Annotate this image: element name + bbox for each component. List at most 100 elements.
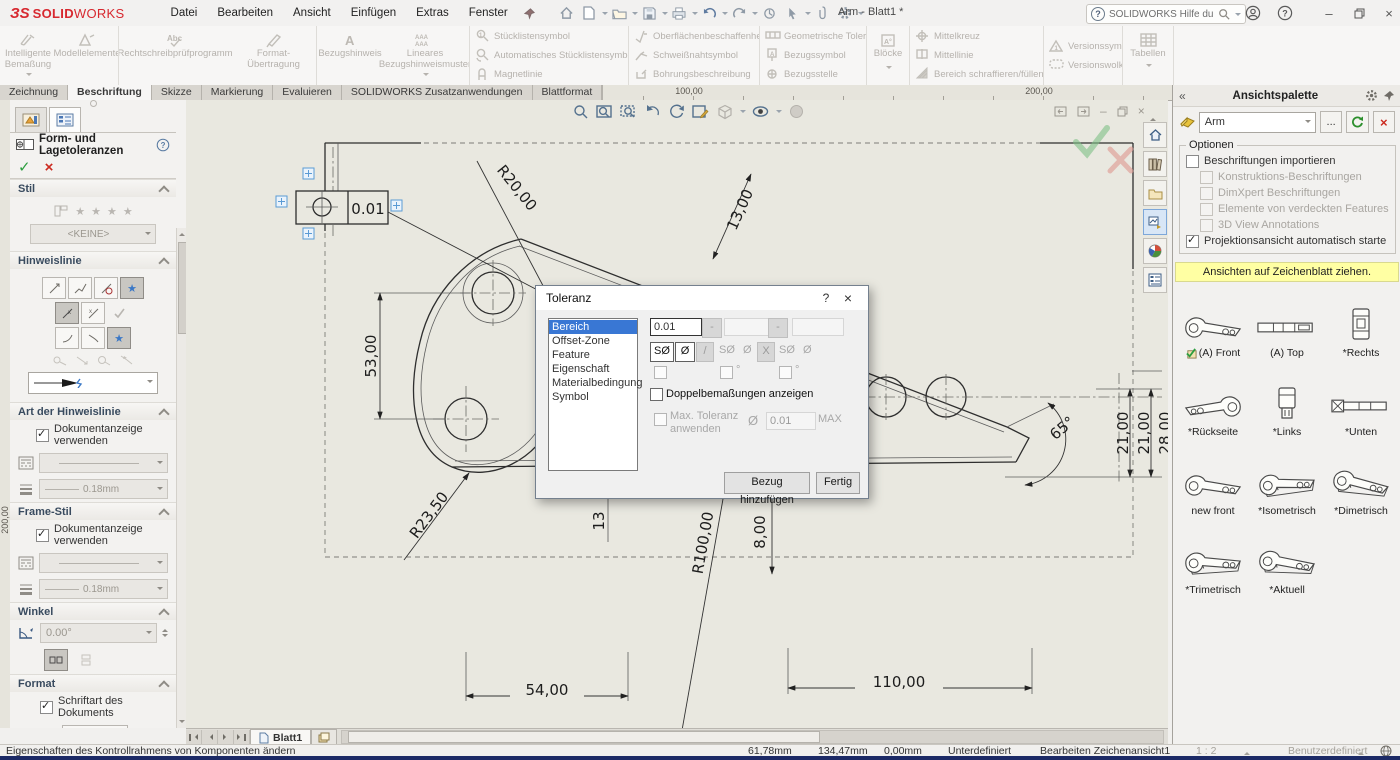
doc-minimize-icon[interactable]: – xyxy=(1100,104,1107,118)
add-sheet-tab[interactable] xyxy=(311,729,337,745)
ribbon-rechtschreibpruefung[interactable]: Abc Rechtschreibprüfprogramm xyxy=(119,26,231,85)
menu-einfuegen[interactable]: Einfügen xyxy=(341,7,406,19)
style-delete-icon[interactable]: ★ xyxy=(91,205,101,218)
dimension-21b[interactable]: 21,00 xyxy=(1135,389,1153,477)
menu-extras[interactable]: Extras xyxy=(406,7,459,19)
ribbon-mittelkreuz[interactable]: Mittelkreuz xyxy=(910,27,1043,46)
redo-icon[interactable] xyxy=(728,3,751,23)
stil-collapse-icon[interactable] xyxy=(158,185,169,196)
section-hinweislinie[interactable]: Hinweislinie xyxy=(10,251,176,269)
dialog-help-icon[interactable]: ? xyxy=(814,291,838,305)
previous-view-icon[interactable] xyxy=(643,103,662,120)
list-item-feature[interactable]: Feature xyxy=(549,348,637,362)
dimension-13[interactable]: 13,00 xyxy=(713,174,757,259)
view-links[interactable]: *Links xyxy=(1250,373,1324,438)
ribbon-bereich-schraffieren[interactable]: Bereich schraffieren/füllen xyxy=(910,65,1043,84)
import-annotations-checkbox[interactable] xyxy=(1186,155,1199,168)
panel-help-icon[interactable]: ? xyxy=(156,138,170,152)
style-attach-icon[interactable] xyxy=(53,203,69,219)
hinweislinie-collapse-icon[interactable] xyxy=(158,257,169,268)
angle-down-icon[interactable] xyxy=(162,634,168,640)
search-box[interactable]: ? SOLIDWORKS Hilfe durchsuchen xyxy=(1086,4,1246,24)
section-format[interactable]: Format xyxy=(10,674,176,692)
panel-scroll-down-icon[interactable] xyxy=(178,718,185,728)
search-icon[interactable] xyxy=(1218,8,1230,20)
tab-ze ichnung[interactable]: Zeichnung xyxy=(0,85,68,100)
frame-dokumentanzeige[interactable]: Dokumentanzeige verwenden xyxy=(10,520,176,550)
leader-straight-icon[interactable] xyxy=(42,277,66,299)
auto-projection-option[interactable]: Projektionsansicht automatisch starte xyxy=(1186,233,1389,249)
schriftart-button[interactable]: Schriftart... xyxy=(62,725,128,728)
list-item-offset-zone[interactable]: Offset-Zone xyxy=(549,334,637,348)
confirm-cancel-icon[interactable] xyxy=(1110,149,1131,171)
section-frame-stil[interactable]: Frame-Stil xyxy=(10,502,176,520)
angle-input[interactable]: 0.00° xyxy=(40,623,157,643)
ribbon-bloecke[interactable]: A° Blöcke xyxy=(867,26,909,85)
user-account-icon[interactable] xyxy=(1240,3,1266,23)
doc-restore-icon[interactable] xyxy=(1117,106,1128,117)
frame-dokumentanzeige-checkbox[interactable] xyxy=(36,529,49,542)
leader-curve-right-icon[interactable] xyxy=(81,327,105,349)
resources-icon[interactable] xyxy=(1143,151,1167,177)
pin-menu-icon[interactable] xyxy=(518,3,541,23)
design-library-icon[interactable] xyxy=(1143,180,1167,206)
cancel-button[interactable]: × xyxy=(45,159,54,176)
clear-palette-button[interactable]: × xyxy=(1373,111,1395,133)
view-front[interactable]: (A) Front xyxy=(1176,294,1250,359)
view-trimetrisch[interactable]: *Trimetrisch xyxy=(1176,531,1250,596)
tab-evaluieren[interactable]: Evaluieren xyxy=(273,85,342,100)
schriftart-checkbox[interactable] xyxy=(40,701,53,714)
minimize-button[interactable]: – xyxy=(1316,3,1342,23)
auto-projection-checkbox[interactable] xyxy=(1186,235,1199,248)
art-dokumentanzeige-checkbox[interactable] xyxy=(36,429,49,442)
arrow-style-select[interactable] xyxy=(28,372,158,394)
view-orientation-caret[interactable] xyxy=(740,110,746,116)
print-icon[interactable] xyxy=(668,3,691,23)
view-rechts[interactable]: *Rechts xyxy=(1324,294,1398,359)
attachment-icon[interactable] xyxy=(811,3,834,23)
confirm-check-icon[interactable] xyxy=(1076,128,1107,154)
doc-close-icon[interactable]: × xyxy=(1138,104,1145,118)
palette-settings-icon[interactable] xyxy=(1365,89,1378,102)
ribbon-versionswolke[interactable]: Versionswolke xyxy=(1044,56,1122,75)
view-aktuell[interactable]: *Aktuell xyxy=(1250,531,1324,596)
view-dimetrisch[interactable]: *Dimetrisch xyxy=(1324,452,1398,517)
panel-scroll-up-icon[interactable] xyxy=(178,228,185,238)
display-style-icon[interactable] xyxy=(751,103,770,120)
leader-curve-left-icon[interactable] xyxy=(55,327,79,349)
tab-beschriftung[interactable]: Beschriftung xyxy=(68,85,152,100)
next-sheet-icon[interactable] xyxy=(218,730,234,744)
menu-fenster[interactable]: Fenster xyxy=(459,7,518,19)
ribbon-oberflaechenbeschaffenheit[interactable]: Oberflächenbeschaffenheit xyxy=(629,27,759,46)
sheet-tab-blatt1[interactable]: Blatt1 xyxy=(250,729,311,745)
tabellen-caret[interactable] xyxy=(1146,64,1152,70)
refresh-button[interactable] xyxy=(1346,111,1368,133)
tolerance-value-input[interactable]: 0.01 xyxy=(650,318,702,336)
ribbon-modellelemente[interactable]: Modellelemente xyxy=(56,26,118,85)
new-document-icon[interactable] xyxy=(578,3,601,23)
help-icon[interactable]: ? xyxy=(1272,3,1298,23)
leader-to-icon[interactable]: x xyxy=(55,302,79,324)
angle-up-icon[interactable] xyxy=(162,626,168,632)
section-stil[interactable]: Stil xyxy=(10,179,176,197)
browse-button[interactable]: ... xyxy=(1320,111,1342,133)
menu-bearbeiten[interactable]: Bearbeiten xyxy=(207,7,283,19)
done-button[interactable]: Fertig xyxy=(816,472,860,494)
frame-line-style-select[interactable] xyxy=(39,553,168,573)
angle-right-toggle[interactable] xyxy=(74,649,98,671)
import-annotations-option[interactable]: Beschriftungen importieren xyxy=(1186,153,1389,169)
ribbon-stuecklistensymbol[interactable]: 1 Stücklistensymbol xyxy=(470,27,628,46)
art-line-style-select[interactable] xyxy=(39,453,168,473)
last-sheet-icon[interactable] xyxy=(234,730,250,744)
panel-grip[interactable] xyxy=(10,100,176,107)
ribbon-bezugssymbol[interactable]: A Bezugssymbol xyxy=(760,46,866,65)
leader-star-icon[interactable]: ★ xyxy=(107,327,131,349)
prev-sheet-icon[interactable] xyxy=(202,730,218,744)
leader-bent-icon[interactable] xyxy=(68,277,92,299)
frame-thickness-select[interactable]: 0.18mm xyxy=(39,579,168,599)
zoom-fit-icon[interactable] xyxy=(595,103,614,120)
ribbon-intelligente-bemassung[interactable]: Intelligente Bemaßung xyxy=(0,26,56,85)
panel-scrollbar[interactable] xyxy=(176,228,186,728)
select-arrow-icon[interactable] xyxy=(781,3,804,23)
zoom-icon[interactable] xyxy=(571,103,590,120)
